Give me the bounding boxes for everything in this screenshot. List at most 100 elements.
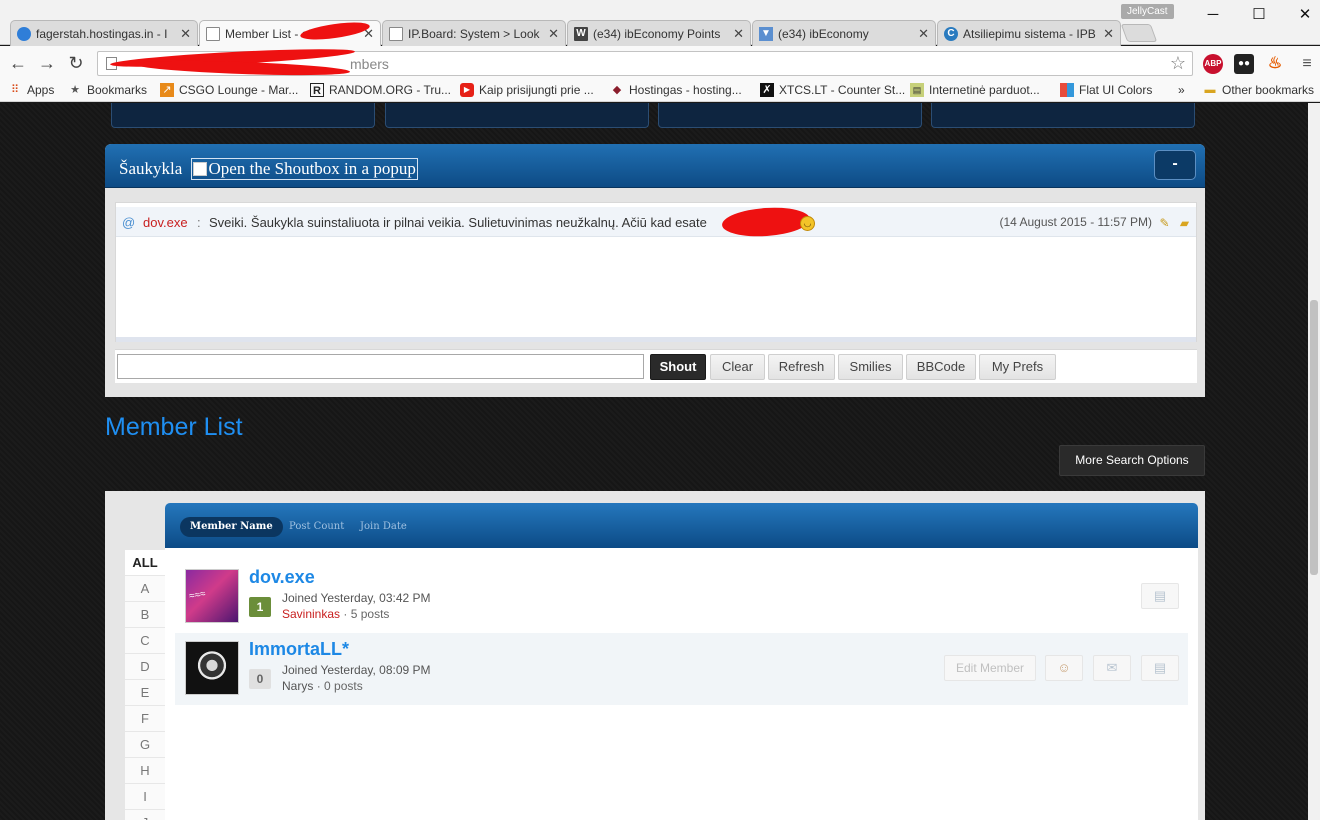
tab-title: (e34) ibEconomy Points <box>593 26 721 41</box>
category-card[interactable] <box>658 103 922 128</box>
my-prefs-button[interactable]: My Prefs <box>979 354 1056 380</box>
bookmark-label: CSGO Lounge - Mar... <box>179 83 299 97</box>
bbcode-button[interactable]: BBCode <box>906 354 976 380</box>
forward-icon[interactable]: → <box>36 52 58 74</box>
member-row: ≈≈≈ dov.exe 1 Joined Yesterday, 03:42 PM… <box>175 561 1188 633</box>
member-joined: Joined Yesterday, 08:09 PM <box>282 663 431 677</box>
menu-icon[interactable]: ≡ <box>1297 54 1317 74</box>
letter-filter-item[interactable]: G <box>125 732 165 758</box>
bookmark-hostingas[interactable]: ◆ Hostingas - hosting... <box>610 83 742 97</box>
shoutbox-collapse-button[interactable]: - <box>1154 150 1196 180</box>
shout-author[interactable]: dov.exe <box>143 215 188 230</box>
random-icon: R <box>310 83 324 97</box>
reload-icon[interactable]: ↻ <box>65 52 87 74</box>
category-card[interactable] <box>931 103 1195 128</box>
ghost-extension-icon[interactable]: ●● <box>1234 54 1254 74</box>
letter-filter-item[interactable]: B <box>125 602 165 628</box>
close-window-icon[interactable]: ✕ <box>1282 3 1320 27</box>
close-icon[interactable]: ✕ <box>733 26 744 42</box>
page-icon <box>389 26 403 41</box>
maximize-icon[interactable]: ☐ <box>1236 3 1282 27</box>
letter-filter-item[interactable]: I <box>125 784 165 810</box>
bookmark-label: Bookmarks <box>87 83 148 97</box>
tab-title: IP.Board: System > Look <box>408 26 540 41</box>
tab-post-count[interactable]: Post Count <box>289 517 344 537</box>
letter-filter-all[interactable]: ALL <box>125 550 165 576</box>
shoutbox-popup-link[interactable]: Open the Shoutbox in a popup <box>190 158 418 180</box>
letter-filter-item[interactable]: A <box>125 576 165 602</box>
tab-member-name[interactable]: Member Name <box>180 517 283 537</box>
clear-button[interactable]: Clear <box>710 354 765 380</box>
browser-tab-5[interactable]: ▼ (e34) ibEconomy ✕ <box>752 20 936 46</box>
send-message-button[interactable]: ✉ <box>1093 655 1131 681</box>
tab-title: (e34) ibEconomy <box>778 26 869 41</box>
folder-icon: ▬ <box>1204 84 1216 96</box>
bookmark-flat-ui[interactable]: Flat UI Colors <box>1060 83 1152 97</box>
more-search-options-button[interactable]: More Search Options <box>1059 445 1205 476</box>
letter-filter-item[interactable]: F <box>125 706 165 732</box>
back-icon[interactable]: ← <box>7 52 29 74</box>
bookmark-label: Kaip prisijungti prie ... <box>479 83 594 97</box>
bookmark-other[interactable]: ▬ Other bookmarks <box>1203 83 1315 97</box>
shoutbox-popup-label: Open the Shoutbox in a popup <box>208 159 416 178</box>
letter-filter-item[interactable]: J <box>125 810 165 820</box>
bookmark-apps[interactable]: ⠿ Apps <box>8 83 54 97</box>
bookmark-shop[interactable]: ▤ Internetinė parduot... <box>910 83 1040 97</box>
adblock-icon[interactable]: ABP <box>1203 54 1223 74</box>
address-text: mbers <box>350 56 389 72</box>
letter-filter-item[interactable]: H <box>125 758 165 784</box>
shoutbox-divider <box>116 337 1196 342</box>
bookmark-xtcs[interactable]: ✗ XTCS.LT - Counter St... <box>760 83 905 97</box>
profile-badge[interactable]: JellyCast <box>1121 4 1174 19</box>
sort-tabbar: Member Name Post Count Join Date <box>165 503 1198 548</box>
browser-tab-3[interactable]: IP.Board: System > Look ✕ <box>382 20 566 46</box>
member-row: ImmortaLL* 0 Joined Yesterday, 08:09 PM … <box>175 633 1188 705</box>
browser-tab-1[interactable]: fagerstah.hostingas.in - I ✕ <box>10 20 198 46</box>
category-card[interactable] <box>385 103 649 128</box>
star-icon: ★ <box>70 84 80 96</box>
tab-join-date[interactable]: Join Date <box>360 517 407 537</box>
close-icon[interactable]: ✕ <box>180 26 191 42</box>
edit-pencil-icon[interactable]: ✎ <box>1157 216 1172 230</box>
browser-tab-4[interactable]: W (e34) ibEconomy Points ✕ <box>567 20 751 46</box>
flatui-icon <box>1060 83 1074 97</box>
letter-filter-item[interactable]: C <box>125 628 165 654</box>
bookmarks-overflow-button[interactable]: » <box>1178 83 1185 97</box>
avatar[interactable] <box>185 641 239 695</box>
letter-filter-item[interactable]: D <box>125 654 165 680</box>
edit-member-button[interactable]: Edit Member <box>944 655 1036 681</box>
bookmark-star-icon[interactable]: ☆ <box>1170 53 1186 74</box>
bookmark-csgo-lounge[interactable]: ↗ CSGO Lounge - Mar... <box>160 83 298 97</box>
close-icon[interactable]: ✕ <box>918 26 929 42</box>
refresh-button[interactable]: Refresh <box>768 354 835 380</box>
member-name[interactable]: dov.exe <box>249 567 315 588</box>
new-tab-button[interactable] <box>1120 24 1158 42</box>
mention-icon[interactable]: @ <box>122 215 135 230</box>
bookmark-youtube[interactable]: ▶ Kaip prisijungti prie ... <box>460 83 594 97</box>
bookmark-bookmarks[interactable]: ★ Bookmarks <box>68 83 147 97</box>
fire-extension-icon[interactable]: ♨ <box>1265 54 1285 74</box>
add-friend-button[interactable]: ☺ <box>1045 655 1083 681</box>
view-content-button[interactable]: ▤ <box>1141 655 1179 681</box>
browser-tab-6[interactable]: C Atsiliepimu sistema - IPB ✕ <box>937 20 1121 46</box>
avatar[interactable]: ≈≈≈ <box>185 569 239 623</box>
scrollbar-thumb[interactable] <box>1310 300 1318 575</box>
shout-input[interactable] <box>117 354 644 379</box>
category-card[interactable] <box>111 103 375 128</box>
close-icon[interactable]: ✕ <box>548 26 559 42</box>
letter-filter-item[interactable]: E <box>125 680 165 706</box>
view-content-button[interactable]: ▤ <box>1141 583 1179 609</box>
shout-button[interactable]: Shout <box>650 354 706 380</box>
close-icon[interactable]: ✕ <box>1103 26 1114 42</box>
member-group-line: Narys · 0 posts <box>282 679 363 693</box>
shoutbox-header: Šaukykla Open the Shoutbox in a popup - <box>105 144 1205 188</box>
bookmark-label: Apps <box>27 83 55 97</box>
member-posts: 0 posts <box>324 679 363 693</box>
member-name[interactable]: ImmortaLL* <box>249 639 349 660</box>
folder-icon[interactable]: ▰ <box>1177 216 1192 230</box>
minimize-icon[interactable]: ─ <box>1190 3 1236 27</box>
smilies-button[interactable]: Smilies <box>838 354 903 380</box>
bookmark-random-org[interactable]: R RANDOM.ORG - Tru... <box>310 83 451 97</box>
add-friend-icon: ☺ <box>1057 660 1071 675</box>
shoutbox-form: Shout Clear Refresh Smilies BBCode My Pr… <box>115 349 1197 383</box>
